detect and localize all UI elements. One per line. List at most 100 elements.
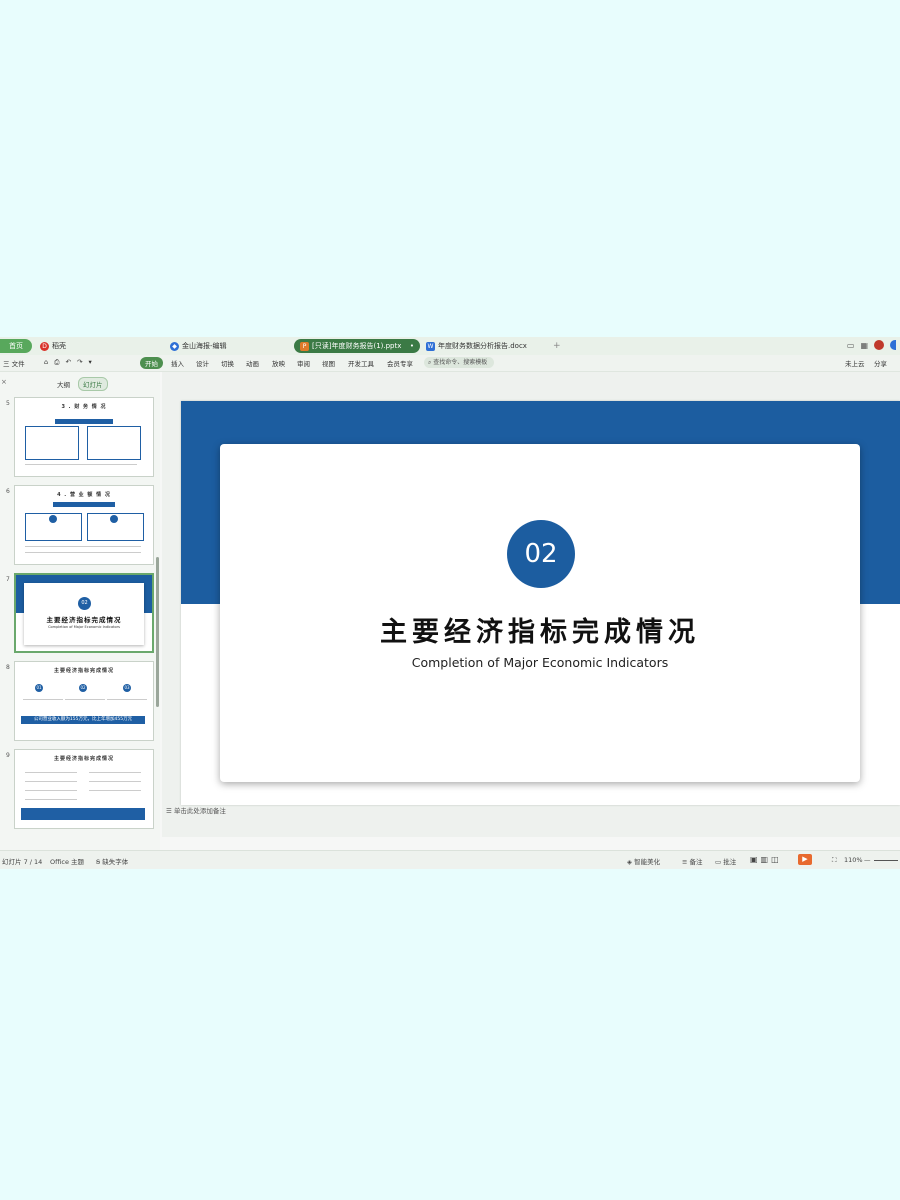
view-mode-icons[interactable]: ▣▥◫ <box>750 855 782 864</box>
tab-transition[interactable]: 切换 <box>221 358 234 368</box>
thumb-box <box>25 426 79 460</box>
current-slide[interactable]: 02 主要经济指标完成情况 Completion of Major Econom… <box>181 401 900 805</box>
tab-pptx-label: [只读]年度财务报告(1).pptx <box>312 342 402 350</box>
tab-member[interactable]: 会员专享 <box>387 358 413 368</box>
slide-thumb-5[interactable]: 3 . 财 务 情 况 <box>14 397 154 477</box>
thumb-title: 主要经济指标完成情况 <box>53 668 114 674</box>
thumb-subtitle: Completion of Major Economic Indicators <box>48 625 120 629</box>
thumb-line <box>25 781 77 782</box>
comments-button[interactable]: ▭ 批注 <box>715 856 736 866</box>
collapse-panel-icon[interactable]: × <box>1 378 7 386</box>
smart-beautify-label: 智能美化 <box>634 858 661 866</box>
panel-view-toggle: 大纲 幻灯片 <box>57 377 108 391</box>
slides-tab[interactable]: 幻灯片 <box>78 377 108 391</box>
thumb-title: 主要经济指标完成情况 <box>53 756 114 762</box>
new-tab-button[interactable]: + <box>553 339 561 353</box>
slide-thumb-9[interactable]: 主要经济指标完成情况 <box>14 749 154 829</box>
notes-area[interactable]: ☰ 单击此处添加备注 <box>0 805 900 816</box>
thumb-box <box>87 426 141 460</box>
thumb-title: 主要经济指标完成情况 <box>46 616 122 624</box>
thumb-bar <box>53 502 115 507</box>
slide-subtitle[interactable]: Completion of Major Economic Indicators <box>220 655 860 670</box>
thumb-number: 7 <box>6 576 10 583</box>
comment-icon: ▭ <box>715 858 724 866</box>
thumb-line <box>89 772 141 773</box>
tab-start[interactable]: 开始 <box>140 357 163 369</box>
thumb-bar <box>55 419 113 424</box>
slide-title-card: 02 主要经济指标完成情况 Completion of Major Econom… <box>220 444 860 782</box>
thumb-number: 6 <box>6 488 10 495</box>
thumb-line <box>65 699 105 700</box>
presentation-app-window: 首页 D 稻壳 ◆ 金山海报-编辑 P [只读]年度财务报告(1).pptx •… <box>0 337 900 869</box>
notes-placeholder: 单击此处添加备注 <box>173 807 226 815</box>
poster-icon: ◆ <box>170 341 179 351</box>
play-slideshow-icon[interactable]: ▶ <box>798 854 812 865</box>
tab-insert[interactable]: 插入 <box>171 358 184 368</box>
tab-docer[interactable]: D 稻壳 <box>40 339 66 353</box>
missing-font-button[interactable]: Ꞩ 缺失字体 <box>96 856 128 866</box>
status-bar: 幻灯片 7 / 14 Office 主题 Ꞩ 缺失字体 ◈ 智能美化 ≡ 备注 … <box>0 850 900 869</box>
tab-developer[interactable]: 开发工具 <box>348 358 374 368</box>
zoom-out-icon[interactable]: — <box>864 856 871 864</box>
thumb-line <box>25 799 77 800</box>
slide-title[interactable]: 主要经济指标完成情况 <box>220 610 860 649</box>
zoom-slider[interactable] <box>874 860 898 861</box>
grid-icon[interactable]: ▦ <box>860 341 868 350</box>
slide-thumbnail-panel: × 大纲 幻灯片 5 3 . 财 务 情 况 6 4 . 营 业 额 情 况 7… <box>0 372 160 850</box>
slide-thumb-8[interactable]: 主要经济指标完成情况 01 02 03 公司营业收入额为155万元，比上年增加4… <box>14 661 154 741</box>
quick-access-icons[interactable]: ⌂ ⎙ ↶ ↷ ▾ <box>44 358 94 367</box>
pptx-file-icon: P <box>300 341 309 351</box>
sidebar-toggle-icon[interactable] <box>890 340 896 350</box>
command-search-placeholder: 查找命令、搜索模板 <box>433 359 488 366</box>
ribbon-toolbar: 三 文件 ⌂ ⎙ ↶ ↷ ▾ 开始 插入 设计 切换 动画 放映 审阅 视图 开… <box>0 355 900 372</box>
tab-docx[interactable]: W 年度财务数据分析报告.docx <box>426 339 527 353</box>
tab-home[interactable]: 首页 <box>0 339 32 353</box>
tab-animation[interactable]: 动画 <box>246 358 259 368</box>
tab-poster-label: 金山海报-编辑 <box>182 342 227 350</box>
notes-toggle-icon: ≡ <box>682 858 690 866</box>
notes-toggle-button[interactable]: ≡ 备注 <box>682 856 703 866</box>
thumbnail-scrollbar[interactable] <box>156 557 159 707</box>
outline-tab[interactable]: 大纲 <box>57 379 70 389</box>
tab-slideshow[interactable]: 放映 <box>272 358 285 368</box>
missing-font-label: 缺失字体 <box>102 858 129 866</box>
share-button[interactable]: 分享 <box>874 358 887 368</box>
thumb-number: 8 <box>6 664 10 671</box>
thumb-line <box>89 781 141 782</box>
fit-window-icon[interactable]: ⛶ <box>832 856 837 865</box>
tab-close-icon[interactable]: • <box>410 342 414 350</box>
document-tab-bar: 首页 D 稻壳 ◆ 金山海报-编辑 P [只读]年度财务报告(1).pptx •… <box>0 337 900 355</box>
thumb-number: 9 <box>6 752 10 759</box>
thumb-line <box>25 790 77 791</box>
notes-toggle-label: 备注 <box>689 858 703 866</box>
theme-name[interactable]: Office 主题 <box>50 856 84 866</box>
thumb-line <box>25 772 77 773</box>
thumb-circle <box>110 515 118 523</box>
command-search-input[interactable]: ⌕ 查找命令、搜索模板 <box>424 357 494 368</box>
file-menu[interactable]: 三 文件 <box>3 358 25 368</box>
thumb-circle: 03 <box>123 684 131 692</box>
thumb-badge: 02 <box>78 597 91 610</box>
smart-beautify-button[interactable]: ◈ 智能美化 <box>627 856 660 866</box>
layout-icon[interactable]: ▭ <box>847 341 855 350</box>
thumb-bar: 公司营业收入额为155万元，比上年增加455万元 <box>21 716 145 724</box>
avatar[interactable] <box>874 340 884 350</box>
window-controls: ▭ ▦ <box>847 340 896 350</box>
thumb-circle <box>49 515 57 523</box>
slide-thumb-7-selected[interactable]: 02 主要经济指标完成情况 Completion of Major Econom… <box>14 573 154 653</box>
cloud-status[interactable]: 未上云 <box>845 358 865 368</box>
zoom-level[interactable]: 110% <box>844 856 863 864</box>
tab-pptx-active[interactable]: P [只读]年度财务报告(1).pptx • <box>294 339 420 353</box>
docer-icon: D <box>40 341 49 351</box>
slide-thumb-6[interactable]: 4 . 营 业 额 情 况 <box>14 485 154 565</box>
tab-docx-label: 年度财务数据分析报告.docx <box>438 342 527 350</box>
tab-design[interactable]: 设计 <box>196 358 209 368</box>
tab-poster[interactable]: ◆ 金山海报-编辑 <box>170 339 227 353</box>
thumb-line <box>25 552 141 553</box>
tab-view[interactable]: 视图 <box>322 358 335 368</box>
thumb-title: 3 . 财 务 情 况 <box>61 404 107 410</box>
tab-docer-label: 稻壳 <box>52 342 66 350</box>
tab-review[interactable]: 审阅 <box>297 358 310 368</box>
thumb-line <box>89 790 141 791</box>
docx-file-icon: W <box>426 341 435 351</box>
